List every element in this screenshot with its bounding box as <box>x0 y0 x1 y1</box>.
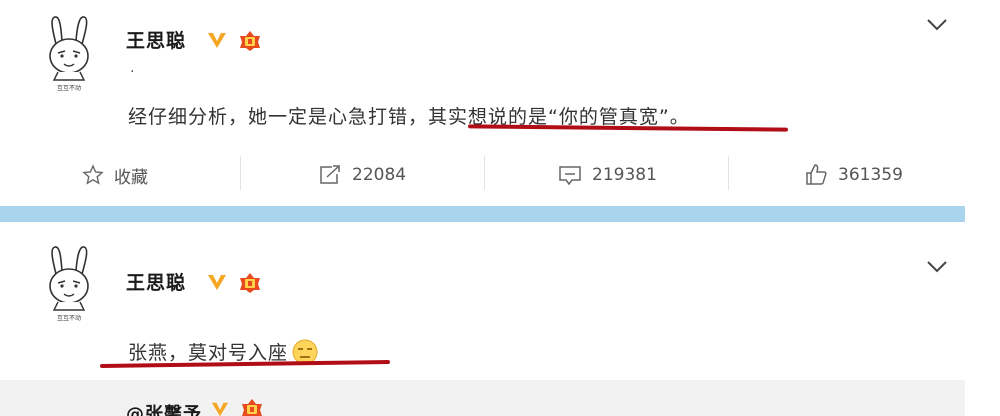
weibo-screenshot: 互互不动 王思聪 . 经仔细分析，她一定是心急打错，其实想说的是“你的管真宽”。… <box>0 0 1000 416</box>
svg-text:互互不动: 互互不动 <box>57 85 81 92</box>
quoted-username[interactable]: @张馨予 <box>126 400 202 416</box>
vip-level-icon[interactable] <box>238 30 262 52</box>
action-separator <box>484 156 485 190</box>
username[interactable]: 王思聪 <box>126 26 186 53</box>
vip-level-icon[interactable] <box>240 398 264 416</box>
red-underline <box>467 124 789 132</box>
feed-divider <box>0 206 965 222</box>
comment-button[interactable]: 219381 <box>558 162 657 188</box>
dot-text: . <box>130 60 135 76</box>
action-separator <box>240 156 241 190</box>
comment-count: 219381 <box>592 165 657 185</box>
rabbit-avatar[interactable]: 互互不动 <box>38 14 100 92</box>
chevron-down-icon[interactable] <box>926 18 948 32</box>
like-count: 361359 <box>838 165 903 185</box>
repost-count: 22084 <box>352 165 407 185</box>
like-button[interactable]: 361359 <box>804 162 903 188</box>
action-bar: 收藏 22084 219381 361359 <box>0 162 1000 188</box>
verified-v-icon <box>208 275 226 290</box>
verified-v-icon <box>211 402 229 416</box>
post-text-content: 张燕，莫对号入座 <box>128 342 289 364</box>
favorite-button[interactable]: 收藏 <box>82 162 148 188</box>
verified-v-icon <box>208 33 226 48</box>
chevron-down-icon[interactable] <box>926 260 948 274</box>
action-separator <box>728 156 729 190</box>
vip-level-icon[interactable] <box>238 272 262 294</box>
comment-icon <box>559 166 581 186</box>
repost-button[interactable]: 22084 <box>318 162 406 188</box>
repost-icon <box>320 165 340 184</box>
star-icon <box>82 164 104 185</box>
weibo-post: 互互不动 王思聪 . 经仔细分析，她一定是心急打错，其实想说的是“你的管真宽”。… <box>0 0 1000 200</box>
thumbs-up-icon <box>806 164 827 185</box>
rabbit-avatar[interactable]: 互互不动 <box>38 244 100 322</box>
username[interactable]: 王思聪 <box>126 268 186 295</box>
svg-text:互互不动: 互互不动 <box>57 315 81 322</box>
favorite-label: 收藏 <box>114 167 148 188</box>
